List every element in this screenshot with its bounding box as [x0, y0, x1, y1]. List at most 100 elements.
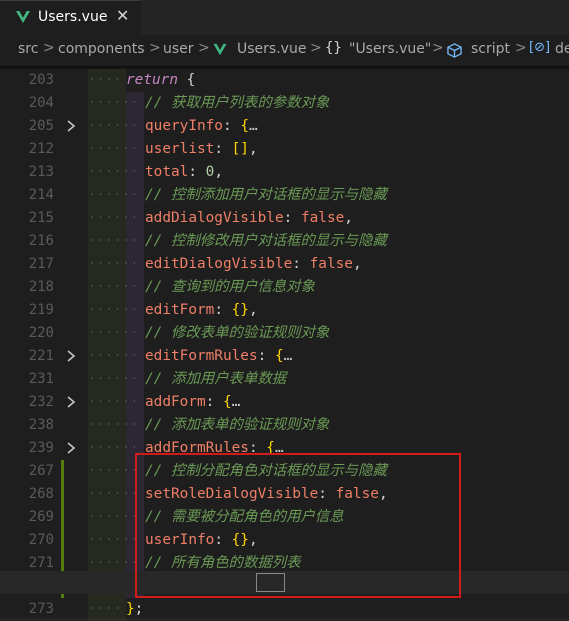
indent-guide — [88, 92, 126, 115]
breadcrumb-file[interactable]: Users.vue — [237, 41, 306, 57]
tab-users-vue[interactable]: Users.vue ✕ — [0, 0, 141, 35]
braces-icon: {} — [325, 40, 342, 56]
code-token: // 查询到的用户信息对象 — [145, 279, 315, 295]
code-token: editFormRules — [145, 348, 258, 364]
code-line[interactable]: 218 ······// 查询到的用户信息对象 — [0, 276, 569, 299]
code-token: : — [214, 141, 232, 157]
code-line[interactable]: 212 ······ userlist: [], — [0, 138, 569, 161]
line-number: 221 — [28, 348, 54, 364]
line-number: 215 — [28, 210, 54, 226]
line-number: 267 — [28, 463, 54, 479]
code-line[interactable]: 205 ······ queryInfo: {… — [0, 115, 569, 138]
code-token: , — [344, 210, 353, 226]
indent-guide — [126, 138, 144, 161]
indent-guide — [126, 161, 144, 184]
line-number: 220 — [28, 325, 54, 341]
code-token: { — [177, 72, 196, 88]
breadcrumb-component-name[interactable]: "Users.vue" — [349, 41, 431, 57]
breadcrumb-separator: > — [149, 40, 161, 56]
indent-guide — [126, 322, 144, 345]
code-line[interactable]: 231 ······// 添加用户表单数据 — [0, 368, 569, 391]
code-token: … — [231, 394, 241, 410]
code-token: : — [222, 118, 241, 134]
indent-guide — [88, 345, 126, 368]
code-line[interactable]: 204 ······// 获取用户列表的参数对象 — [0, 92, 569, 115]
indent-guide — [88, 414, 126, 437]
breadcrumb-src[interactable]: src — [18, 41, 38, 57]
code-line[interactable]: 203 ···· return { — [0, 69, 569, 92]
code-line[interactable]: 213 ······ total: 0, — [0, 161, 569, 184]
breadcrumb-components[interactable]: components — [58, 41, 145, 57]
line-number: 203 — [28, 72, 54, 88]
close-icon[interactable]: ✕ — [116, 6, 129, 25]
code-line[interactable]: 238 ······// 添加表单的验证规则对象 — [0, 414, 569, 437]
code-token: userlist — [145, 141, 215, 157]
tab-bar: Users.vue ✕ — [0, 0, 569, 35]
code-token: : — [205, 394, 223, 410]
indent-guide — [88, 368, 126, 391]
line-number: 217 — [28, 256, 54, 272]
code-token: addDialogVisible — [145, 210, 284, 226]
line-number: 205 — [28, 118, 54, 134]
code-line[interactable]: 219 ······ editForm: {}, — [0, 299, 569, 322]
code-text: queryInfo: {… — [145, 115, 258, 138]
line-number: 219 — [28, 302, 54, 318]
chevron-right-icon[interactable] — [64, 119, 78, 133]
code-token: queryInfo — [145, 118, 223, 134]
indent-guide — [126, 368, 144, 391]
indent-guide — [88, 69, 126, 92]
line-number: 232 — [28, 394, 54, 410]
indent-guide — [126, 92, 144, 115]
git-added-marker — [61, 460, 64, 483]
code-line[interactable]: 217 ······ editDialogVisible: false, — [0, 253, 569, 276]
code-text: // 查询到的用户信息对象 — [145, 276, 315, 299]
code-line[interactable]: 232 ······ addForm: {… — [0, 391, 569, 414]
indent-guide — [88, 529, 126, 552]
breadcrumb-user[interactable]: user — [163, 41, 194, 57]
indent-guide — [88, 230, 126, 253]
code-text: userlist: [], — [145, 138, 258, 161]
chevron-right-icon[interactable] — [64, 349, 78, 363]
tab-label: Users.vue — [38, 9, 108, 25]
chevron-right-icon[interactable] — [64, 395, 78, 409]
chevron-right-icon[interactable] — [64, 441, 78, 455]
code-token: } — [126, 601, 135, 617]
code-text: editFormRules: {… — [145, 345, 292, 368]
breadcrumb-script[interactable]: script — [471, 41, 510, 57]
code-token: : — [283, 210, 301, 226]
code-line[interactable]: 221 ······ editFormRules: {… — [0, 345, 569, 368]
code-text: return { — [126, 69, 195, 92]
code-token: , — [248, 302, 258, 318]
code-line[interactable]: 214 ······// 控制添加用户对话框的显示与隐藏 — [0, 184, 569, 207]
code-token: false — [309, 256, 353, 272]
git-added-marker — [61, 483, 64, 506]
line-number: 204 — [28, 95, 54, 111]
code-line[interactable]: 215 ······ addDialogVisible: false, — [0, 207, 569, 230]
indent-guide — [88, 253, 126, 276]
code-token: { — [240, 118, 249, 134]
line-number: 212 — [28, 141, 54, 157]
code-token: : — [292, 256, 310, 272]
code-text: total: 0, — [145, 161, 223, 184]
line-number: 269 — [28, 509, 54, 525]
breadcrumb: src > components > user > Users.vue > {}… — [0, 35, 569, 66]
code-token: , — [214, 164, 223, 180]
code-token: // 获取用户列表的参数对象 — [145, 95, 330, 111]
annotation-highlight-box — [135, 453, 461, 598]
code-token: return — [126, 72, 178, 88]
code-line[interactable]: 220 ······// 修改表单的验证规则对象 — [0, 322, 569, 345]
code-line[interactable]: 216 ······// 控制修改用户对话框的显示与隐藏 — [0, 230, 569, 253]
indent-guide — [88, 322, 126, 345]
indent-guide — [126, 184, 144, 207]
code-token: , — [248, 141, 258, 157]
indent-guide — [88, 506, 126, 529]
code-token: // 添加用户表单数据 — [145, 371, 287, 387]
indent-guide — [126, 414, 144, 437]
indent-guide — [126, 391, 144, 414]
indent-guide — [88, 115, 126, 138]
indent-guide — [126, 115, 144, 138]
indent-guide — [126, 276, 144, 299]
indent-guide — [126, 299, 144, 322]
breadcrumb-data[interactable]: de — [555, 41, 569, 57]
indent-guide — [88, 138, 126, 161]
